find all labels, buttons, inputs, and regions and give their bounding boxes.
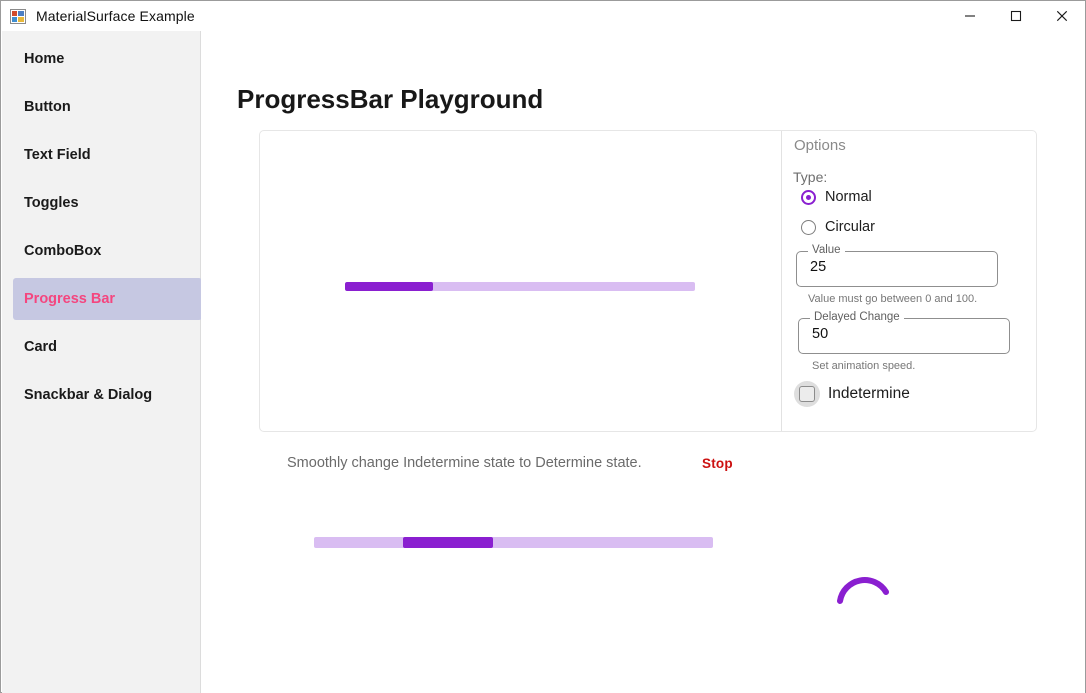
sidebar-navigation: Home Button Text Field Toggles ComboBox … <box>2 31 202 693</box>
circular-progress-arc-icon <box>837 577 889 604</box>
options-title: Options <box>794 137 846 154</box>
content-area: ProgressBar Playground Options Type: Nor… <box>201 31 1085 693</box>
value-field-helper: Value must go between 0 and 100. <box>808 293 978 305</box>
indetermine-checkbox-label: Indetermine <box>828 385 910 402</box>
sidebar-item-snackbar-dialog[interactable]: Snackbar & Dialog <box>13 374 202 416</box>
caption-text: Smoothly change Indetermine state to Det… <box>287 455 642 471</box>
sidebar-item-label: Button <box>24 99 71 115</box>
sidebar-item-label: Snackbar & Dialog <box>24 387 153 403</box>
checkbox-unchecked-icon <box>794 381 820 407</box>
value-field[interactable]: Value 25 <box>796 244 998 287</box>
indetermine-checkbox[interactable]: Indetermine <box>794 381 910 407</box>
sidebar-item-label: Text Field <box>24 147 91 163</box>
linear-progress-bar[interactable] <box>345 282 695 291</box>
radio-circular-label: Circular <box>825 219 875 235</box>
delayed-change-field[interactable]: Delayed Change 50 <box>798 311 1010 354</box>
sidebar-item-text-field[interactable]: Text Field <box>13 134 202 176</box>
circular-progress-spinner <box>830 550 894 614</box>
sidebar-item-progress-bar[interactable]: Progress Bar <box>13 278 202 320</box>
radio-unselected-icon <box>801 219 816 235</box>
title-bar: MaterialSurface Example <box>1 1 1085 31</box>
radio-selected-icon <box>801 189 816 205</box>
value-field-value: 25 <box>810 259 827 275</box>
page-title: ProgressBar Playground <box>237 84 544 115</box>
options-pane: Options Type: Normal Circular Value 25 V… <box>783 131 1038 431</box>
indeterminate-progress-bar[interactable] <box>314 537 713 548</box>
window-title: MaterialSurface Example <box>36 8 195 24</box>
sidebar-item-label: Home <box>24 51 65 67</box>
type-label: Type: <box>793 169 828 185</box>
sidebar-item-label: Toggles <box>24 195 79 211</box>
sidebar-item-combobox[interactable]: ComboBox <box>13 230 202 272</box>
delayed-change-field-value: 50 <box>812 326 829 342</box>
radio-normal-label: Normal <box>825 189 872 205</box>
stop-button[interactable]: Stop <box>702 456 733 471</box>
app-window: MaterialSurface Example Home Button Text… <box>0 0 1086 693</box>
radio-normal[interactable]: Normal <box>801 186 872 208</box>
value-field-label: Value <box>808 244 845 256</box>
delayed-change-field-helper: Set animation speed. <box>812 360 916 372</box>
maximize-icon[interactable] <box>993 1 1039 31</box>
sidebar-item-label: ComboBox <box>24 243 102 259</box>
close-icon[interactable] <box>1039 1 1085 31</box>
indeterminate-progress-fill <box>402 537 494 548</box>
sidebar-item-home[interactable]: Home <box>13 38 202 80</box>
radio-circular[interactable]: Circular <box>801 216 875 238</box>
sidebar-item-toggles[interactable]: Toggles <box>13 182 202 224</box>
sidebar-item-button[interactable]: Button <box>13 86 202 128</box>
sidebar-item-card[interactable]: Card <box>13 326 202 368</box>
progress-demo-card: Options Type: Normal Circular Value 25 V… <box>259 130 1037 432</box>
app-window-icon <box>10 8 27 25</box>
caption-row: Smoothly change Indetermine state to Det… <box>259 455 1037 479</box>
progress-preview-pane <box>260 131 782 431</box>
sidebar-item-label: Card <box>24 339 58 355</box>
minimize-icon[interactable] <box>947 1 993 31</box>
linear-progress-fill <box>345 282 433 291</box>
delayed-change-field-label: Delayed Change <box>810 311 904 323</box>
sidebar-item-label: Progress Bar <box>24 291 116 307</box>
